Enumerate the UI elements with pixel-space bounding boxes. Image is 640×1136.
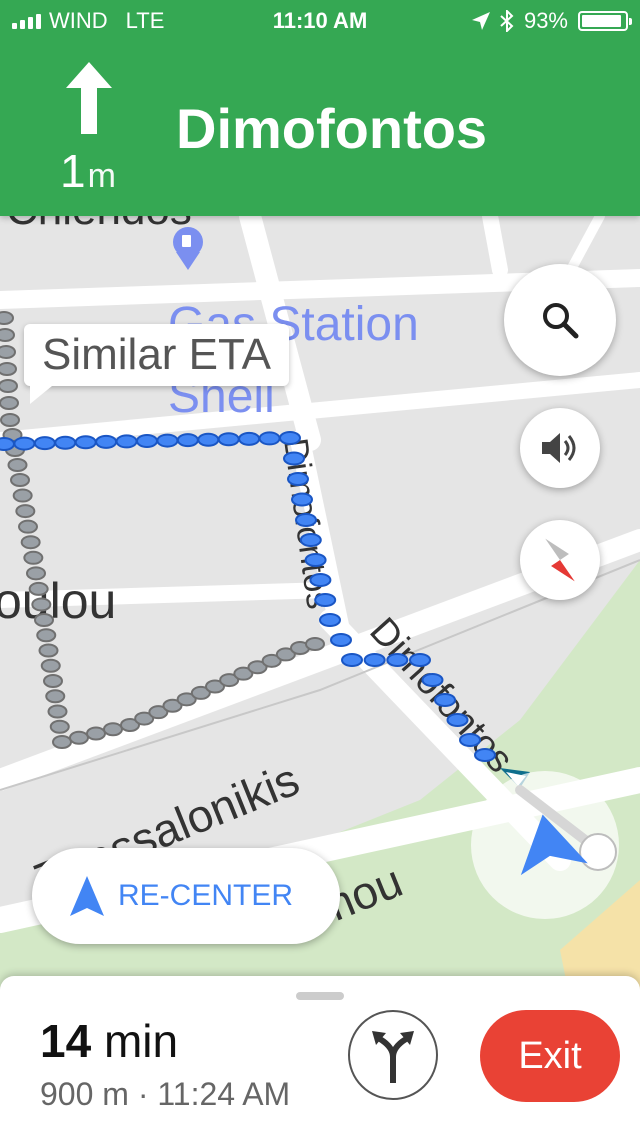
alternate-routes-button[interactable]	[348, 1010, 438, 1100]
route-dot	[74, 435, 97, 450]
route-dot	[421, 673, 444, 687]
route-dot	[176, 433, 199, 448]
route-dot	[258, 431, 281, 446]
route-dot	[95, 434, 118, 449]
fork-route-icon	[372, 1031, 414, 1083]
alternate-route-dot	[38, 643, 59, 658]
battery-percent: 93%	[523, 8, 568, 33]
alternate-route-dot	[20, 535, 41, 550]
route-dot	[33, 436, 56, 451]
route-dot	[0, 437, 15, 451]
route-dot	[434, 693, 456, 707]
alternate-route-dot	[47, 704, 68, 719]
distance-value: 1	[60, 145, 86, 197]
route-dot	[156, 433, 179, 448]
bluetooth-icon	[500, 10, 514, 32]
distance-to-turn: 1m	[60, 144, 116, 198]
recenter-label: RE-CENTER	[118, 879, 294, 912]
battery-icon	[578, 11, 632, 31]
alternate-route-dot	[0, 396, 19, 410]
alternate-route-dot	[0, 362, 17, 376]
alternate-route-dot	[43, 674, 63, 688]
route-dot	[474, 748, 496, 762]
alternate-route-dot	[52, 735, 72, 749]
alternate-route-dot	[10, 473, 30, 487]
route-dot	[304, 553, 327, 567]
alternate-route-dot	[31, 597, 52, 612]
street-name: Dimofontos	[176, 97, 488, 160]
route-dot	[409, 653, 431, 667]
route-dot	[295, 513, 317, 527]
trip-duration-value: 14	[40, 1015, 92, 1067]
alternate-route-dot	[34, 613, 54, 627]
trip-duration: 14 min	[40, 1014, 178, 1068]
alternate-route-dot	[86, 726, 106, 741]
alternate-route-dot	[12, 488, 33, 503]
search-icon	[543, 303, 579, 339]
location-arrow-icon	[471, 12, 490, 30]
recenter-button[interactable]: RE-CENTER	[32, 848, 340, 944]
route-dot	[459, 733, 481, 747]
route-dot	[238, 431, 261, 446]
alternate-route-dot	[69, 730, 89, 745]
compass-icon	[545, 538, 575, 582]
route-dot	[136, 434, 158, 448]
route-dot	[446, 713, 469, 727]
route-dot	[386, 653, 409, 667]
route-dot	[217, 432, 240, 447]
map-label-poulou: oulou	[0, 573, 116, 629]
navigation-arrow-icon	[70, 876, 104, 916]
alternate-route-dot	[40, 658, 61, 673]
similar-eta-tooltip[interactable]: Similar ETA	[24, 324, 289, 404]
alternate-route-dot	[0, 311, 14, 325]
route-dot	[330, 633, 352, 647]
alternate-route-dot	[7, 458, 28, 472]
volume-icon	[542, 433, 576, 463]
trip-duration-unit: min	[103, 1015, 179, 1067]
alternate-route-dot	[18, 519, 38, 534]
route-dot	[309, 573, 332, 587]
sound-button[interactable]	[520, 408, 600, 488]
alternate-route-dot	[305, 637, 325, 651]
route-dot	[283, 451, 305, 466]
alternate-route-dot	[15, 504, 36, 519]
alternate-route-dot	[49, 719, 70, 734]
distance-unit: m	[87, 157, 116, 195]
alternate-route-dot	[0, 379, 18, 393]
alternate-route-dot	[23, 550, 44, 565]
route-dot	[314, 593, 337, 607]
alternate-route-dot	[0, 345, 16, 359]
alternate-route-dot	[36, 628, 57, 643]
alternate-route-dot	[28, 581, 49, 596]
route-dot	[115, 434, 138, 449]
alternate-route-dot	[103, 722, 123, 737]
trip-details: 900 m · 11:24 AM	[40, 1076, 291, 1112]
battery-level	[582, 15, 621, 27]
exit-navigation-button[interactable]: Exit	[480, 1010, 620, 1102]
alternate-route-dot	[0, 413, 20, 427]
status-bar: WIND LTE 11:10 AM 93%	[0, 0, 640, 40]
route-dot	[279, 431, 301, 445]
route-dot	[299, 533, 322, 547]
search-button[interactable]	[504, 264, 616, 376]
route-dot	[341, 653, 363, 667]
route-dot	[291, 492, 313, 507]
alternate-route-dot	[0, 328, 15, 342]
compass-button[interactable]	[520, 520, 600, 600]
drag-handle[interactable]	[296, 992, 344, 1000]
route-dot	[363, 653, 386, 667]
alternate-route-dot	[45, 689, 66, 704]
straight-arrow-icon	[66, 62, 112, 134]
route-dot	[54, 435, 77, 450]
current-location-icon	[471, 771, 619, 919]
route-dot	[197, 432, 220, 447]
route-dot	[319, 613, 341, 627]
route-dot	[287, 472, 309, 486]
trip-summary-panel[interactable]: 14 min 900 m · 11:24 AM Exit	[0, 976, 640, 1136]
route-dot	[13, 436, 36, 451]
alternate-route-dot	[26, 566, 46, 581]
